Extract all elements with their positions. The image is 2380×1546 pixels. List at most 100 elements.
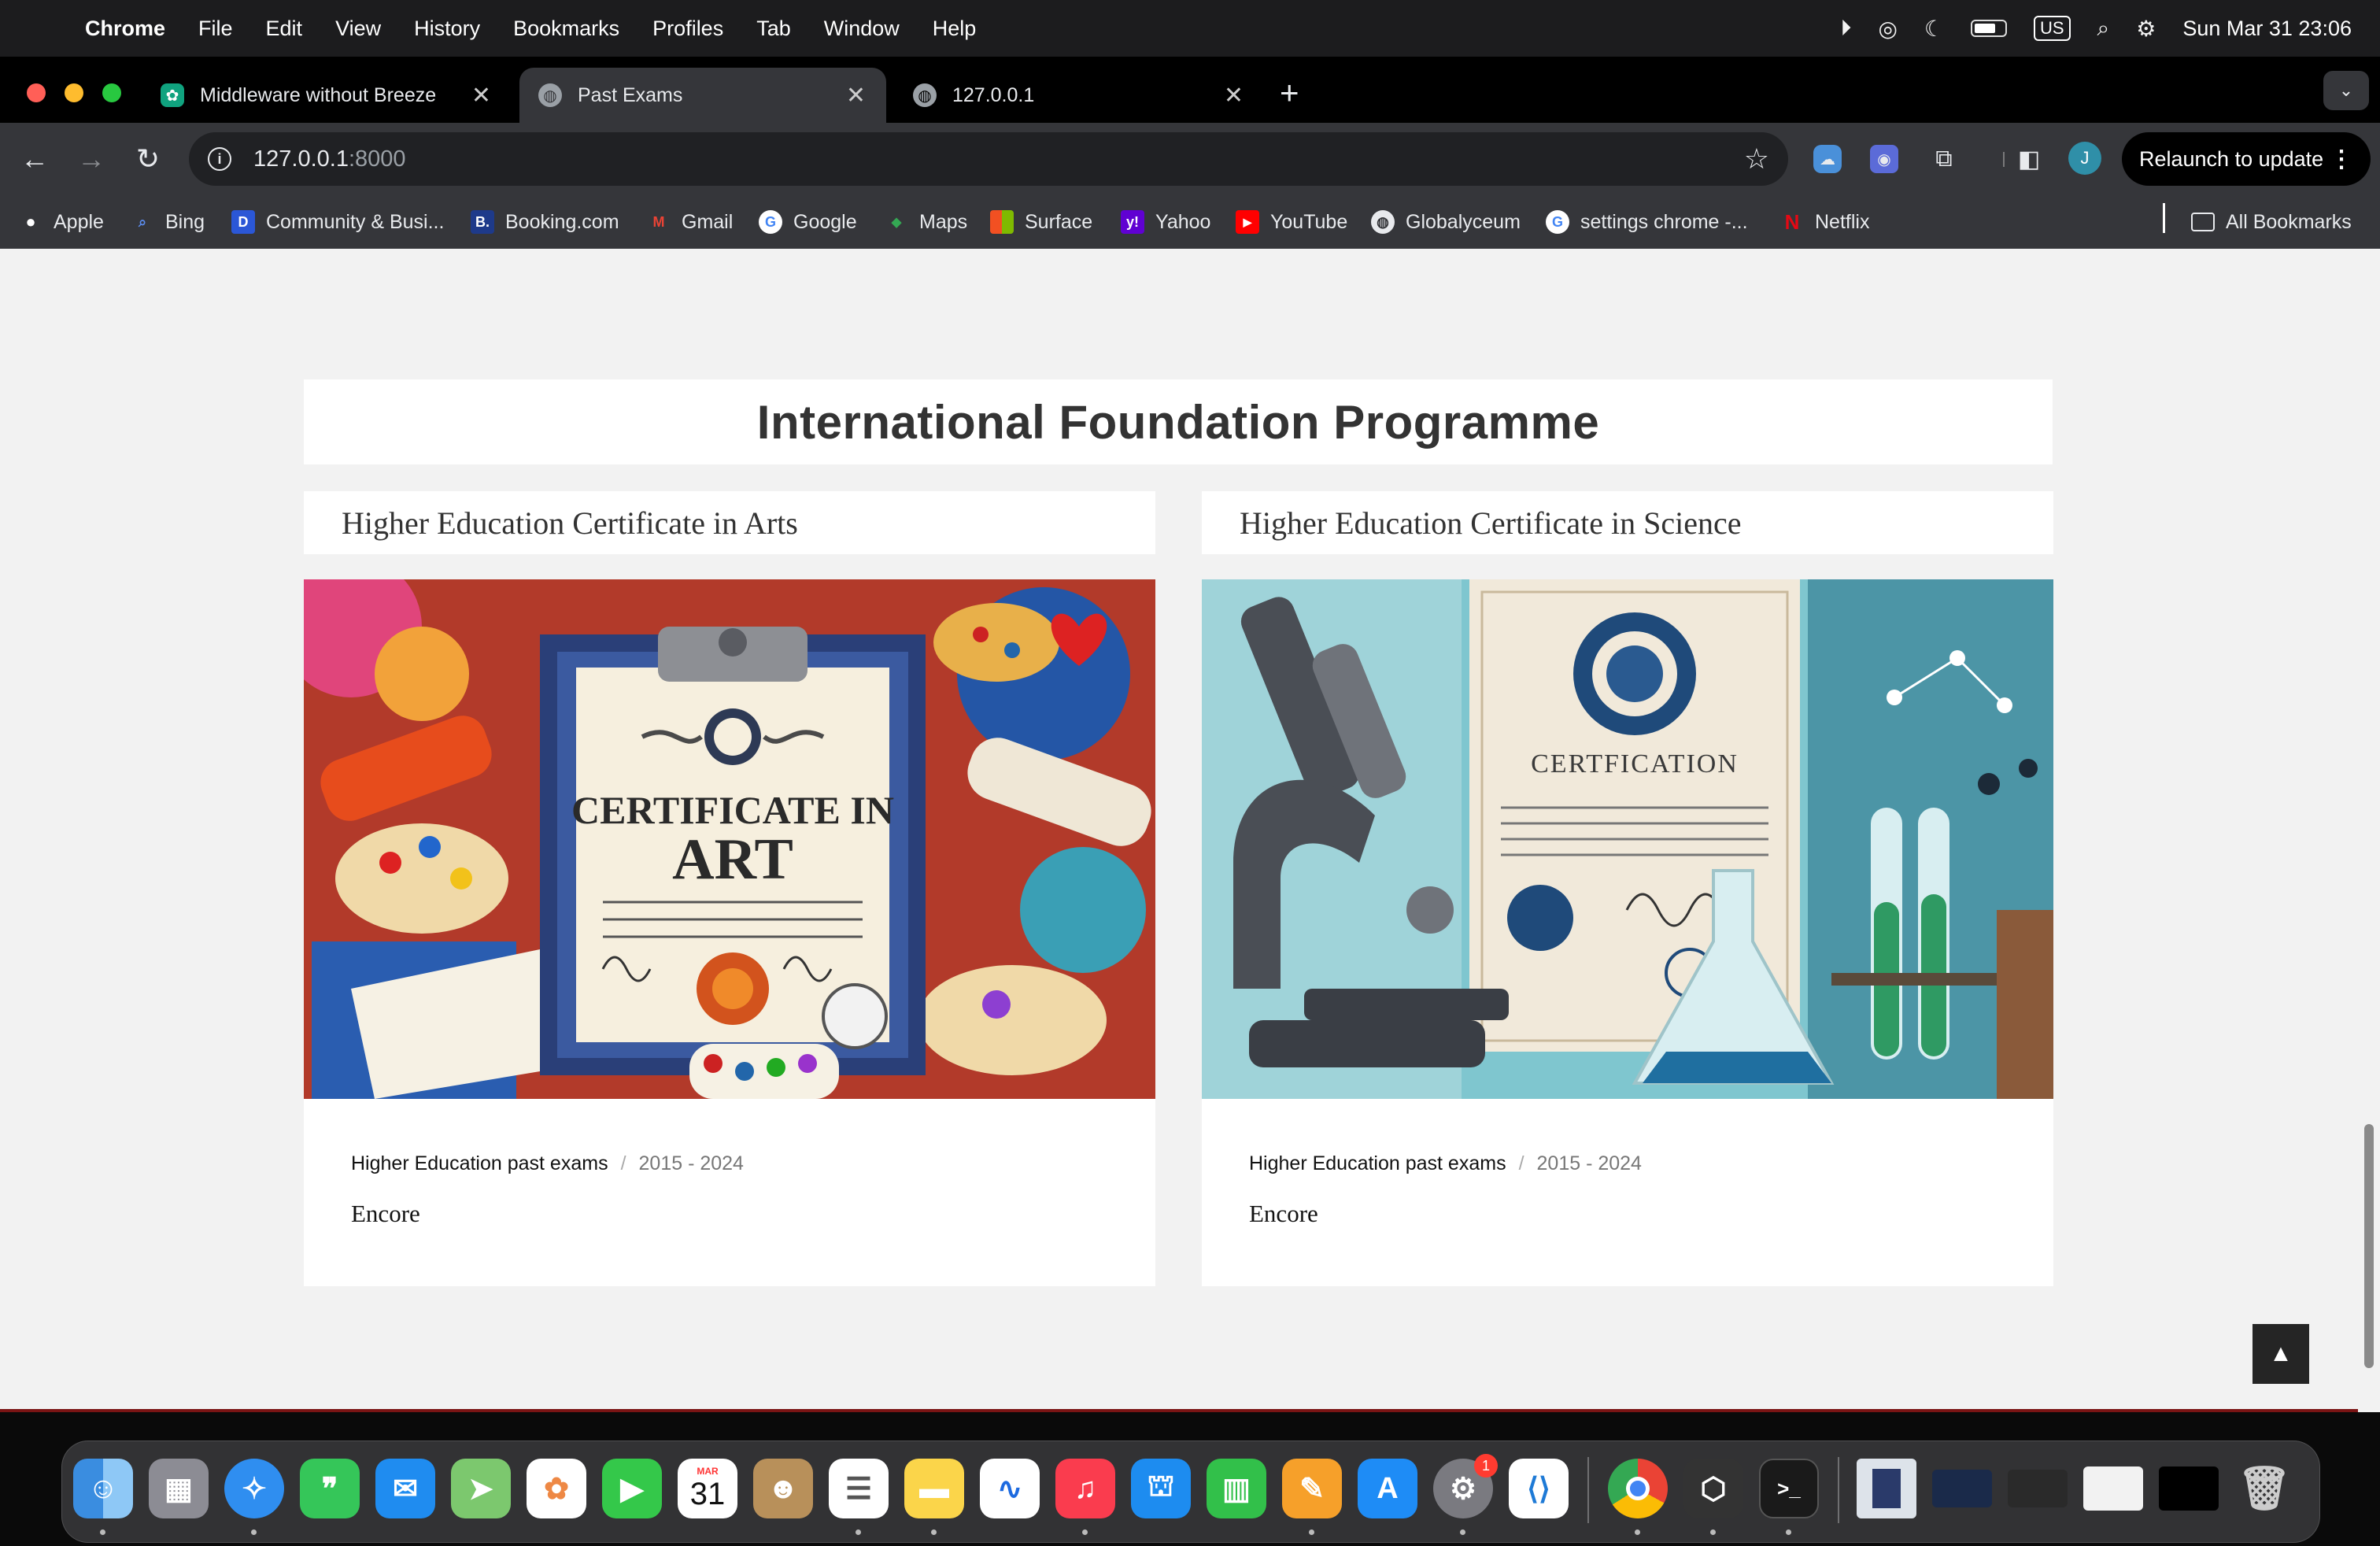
app-store-icon[interactable]: A: [1358, 1459, 1417, 1518]
menu-tab[interactable]: Tab: [756, 17, 791, 41]
card-title[interactable]: Higher Education Certificate in Science: [1202, 491, 2053, 554]
window-thumbnail-icon[interactable]: [2083, 1466, 2143, 1511]
freeform-icon[interactable]: ∿: [980, 1459, 1040, 1518]
bookmark-star-icon[interactable]: ☆: [1744, 142, 1769, 176]
window-thumbnail-icon[interactable]: [1932, 1470, 1992, 1507]
menu-profiles[interactable]: Profiles: [652, 17, 723, 41]
window-close-button[interactable]: [27, 83, 46, 102]
profile-avatar[interactable]: J: [2068, 142, 2101, 175]
back-arrow-icon[interactable]: ←: [16, 140, 54, 178]
side-panel-icon[interactable]: ◧: [2012, 142, 2046, 176]
menu-view[interactable]: View: [335, 17, 381, 41]
messages-icon[interactable]: ❞: [300, 1459, 360, 1518]
card-tag[interactable]: Encore: [351, 1200, 420, 1228]
certificate-science-image[interactable]: CERTFICATION: [1202, 579, 2053, 1099]
facetime-icon[interactable]: ▶: [602, 1459, 662, 1518]
tab-localhost[interactable]: ◍ 127.0.0.1 ✕: [894, 68, 1264, 123]
course-card-science[interactable]: Higher Education Certificate in Science …: [1202, 491, 2053, 1286]
breadcrumb-link[interactable]: Higher Education past exams: [351, 1152, 608, 1174]
bookmark-booking[interactable]: B. Booking.com: [471, 206, 619, 238]
battery-icon[interactable]: [1970, 20, 2007, 37]
bookmark-surface[interactable]: Surface: [990, 206, 1092, 238]
calendar-icon[interactable]: MAR 31: [678, 1459, 737, 1518]
focus-moon-icon[interactable]: ☾: [1924, 16, 1944, 42]
bookmark-maps[interactable]: ⬥ Maps: [885, 206, 967, 238]
contacts-icon[interactable]: ☻: [753, 1459, 813, 1518]
finder-icon[interactable]: ☺: [73, 1459, 133, 1518]
safari-icon[interactable]: ✧: [224, 1459, 284, 1518]
maps-icon[interactable]: ➤: [451, 1459, 511, 1518]
icloud-extension-icon[interactable]: ☁: [1813, 145, 1842, 173]
pages-icon[interactable]: ✎: [1282, 1459, 1342, 1518]
trash-icon[interactable]: 🗑: [2234, 1459, 2294, 1518]
extensions-puzzle-icon[interactable]: ⧉: [1927, 142, 1961, 176]
unity-hub-icon[interactable]: ⬡: [1683, 1459, 1743, 1518]
close-tab-icon[interactable]: ✕: [846, 82, 866, 109]
bookmark-settings-chrome[interactable]: Gsettings chrome -...: [1546, 206, 1748, 238]
running-indicator: [1635, 1529, 1640, 1535]
launchpad-icon[interactable]: ▦: [149, 1459, 209, 1518]
reload-icon[interactable]: ↻: [129, 140, 167, 178]
chrome-icon[interactable]: [1608, 1459, 1668, 1518]
airdrop-icon[interactable]: ◎: [1878, 16, 1897, 42]
breadcrumb-link[interactable]: Higher Education past exams: [1249, 1152, 1506, 1174]
window-thumbnail-icon[interactable]: [2159, 1466, 2219, 1511]
app-menu[interactable]: Chrome: [85, 17, 165, 41]
menu-clock[interactable]: Sun Mar 31 23:06: [2182, 17, 2352, 41]
new-tab-button[interactable]: +: [1280, 74, 1299, 112]
certificate-art-image[interactable]: CERTIFICATE IN ART: [304, 579, 1155, 1099]
reminders-icon[interactable]: ☰: [829, 1459, 889, 1518]
photos-icon[interactable]: ✿: [527, 1459, 586, 1518]
bookmark-gmail[interactable]: M Gmail: [647, 206, 734, 238]
mail-icon[interactable]: ✉: [375, 1459, 435, 1518]
window-minimize-button[interactable]: [65, 83, 83, 102]
scrollbar-thumb[interactable]: [2364, 1124, 2374, 1368]
menu-history[interactable]: History: [414, 17, 480, 41]
terminal-icon[interactable]: >_: [1759, 1459, 1819, 1518]
yahoo-icon: y!: [1121, 210, 1144, 234]
card-tag[interactable]: Encore: [1249, 1200, 1318, 1228]
notes-icon[interactable]: ▬: [904, 1459, 964, 1518]
document-thumbnail-icon[interactable]: [1857, 1459, 1916, 1518]
forward-arrow-icon[interactable]: →: [72, 140, 110, 178]
course-card-arts[interactable]: Higher Education Certificate in Arts CER…: [304, 491, 1155, 1286]
screen-capture-extension-icon[interactable]: ◉: [1870, 145, 1898, 173]
bookmark-globalyceum[interactable]: ◍ Globalyceum: [1371, 206, 1521, 238]
bookmark-community[interactable]: D Community & Busi...: [231, 206, 444, 238]
bookmark-youtube[interactable]: ▶ YouTube: [1236, 206, 1347, 238]
all-bookmarks-button[interactable]: All Bookmarks: [2191, 206, 2352, 238]
tab-search-dropdown-icon[interactable]: ⌄: [2323, 71, 2369, 110]
control-center-icon[interactable]: ⚙: [2136, 16, 2156, 42]
address-bar[interactable]: i 127.0.0.1:8000 ☆: [189, 132, 1788, 186]
bookmark-google[interactable]: G Google: [759, 206, 857, 238]
bookmark-apple[interactable]: ● Apple: [19, 206, 104, 238]
music-icon[interactable]: ♫: [1055, 1459, 1115, 1518]
menu-bookmarks[interactable]: Bookmarks: [513, 17, 619, 41]
menu-window[interactable]: Window: [824, 17, 900, 41]
close-tab-icon[interactable]: ✕: [1224, 82, 1244, 109]
bookmark-netflix[interactable]: N Netflix: [1780, 206, 1870, 238]
spotlight-search-icon[interactable]: ⌕: [2097, 16, 2110, 42]
menu-help[interactable]: Help: [933, 17, 977, 41]
play-icon[interactable]: ⏵: [1840, 16, 1851, 42]
menu-file[interactable]: File: [198, 17, 233, 41]
site-info-icon[interactable]: i: [208, 147, 231, 171]
window-zoom-button[interactable]: [102, 83, 121, 102]
menu-edit[interactable]: Edit: [266, 17, 303, 41]
tab-past-exams[interactable]: ◍ Past Exams ✕: [519, 68, 886, 123]
card-title[interactable]: Higher Education Certificate in Arts: [304, 491, 1155, 554]
vscode-icon[interactable]: ⟨⟩: [1509, 1459, 1569, 1518]
chrome-menu-icon[interactable]: ⋮: [2330, 146, 2353, 173]
window-thumbnail-icon[interactable]: [2008, 1470, 2068, 1507]
back-to-top-button[interactable]: ▲: [2252, 1324, 2309, 1384]
close-tab-icon[interactable]: ✕: [471, 82, 491, 109]
numbers-icon[interactable]: ▥: [1207, 1459, 1266, 1518]
keynote-icon[interactable]: ⛫: [1131, 1459, 1191, 1518]
tab-middleware[interactable]: ✿ Middleware without Breeze ✕: [142, 68, 512, 123]
bookmark-yahoo[interactable]: y! Yahoo: [1121, 206, 1210, 238]
bookmark-bing[interactable]: ⌕ Bing: [131, 206, 205, 238]
chrome-toolbar: ← → ↻ i 127.0.0.1:8000 ☆ ☁ ◉ ⧉ | ◧: [0, 123, 2380, 195]
input-source-indicator[interactable]: US: [2033, 16, 2071, 41]
relaunch-to-update-button[interactable]: Relaunch to update ⋮: [2122, 132, 2371, 186]
google-icon: G: [759, 210, 782, 234]
